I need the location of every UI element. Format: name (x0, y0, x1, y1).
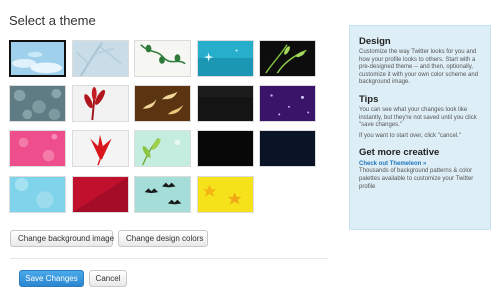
theme-tile-grey-floral-pattern[interactable] (9, 85, 66, 122)
theme-tile-green-vines[interactable] (134, 40, 191, 77)
themeleon-link[interactable]: Check out Themeleon » (359, 160, 481, 168)
creative-text: Thousands of background patterns & color… (359, 168, 474, 190)
theme-tile-green-grass-dark[interactable] (259, 40, 316, 77)
theme-grid (0, 0, 330, 220)
theme-tile-purple-stars[interactable] (259, 85, 316, 122)
theme-tile-light-blue-pattern[interactable] (9, 176, 66, 213)
tips-text: You can see what your changes look like … (359, 106, 477, 129)
theme-tile-black-texture[interactable] (197, 85, 254, 122)
tips-text-cancel: If you want to start over, click "cancel… (359, 132, 461, 139)
design-description: Customize the way Twitter looks for you … (359, 49, 479, 86)
save-changes-button[interactable]: Save Changes (19, 270, 84, 287)
theme-tile-brown-birds[interactable] (134, 85, 191, 122)
cancel-button[interactable]: Cancel (89, 270, 127, 287)
theme-tile-pink-flowers[interactable] (9, 130, 66, 167)
theme-tile-grey-branches[interactable] (72, 40, 129, 77)
change-background-image-button[interactable]: Change background image (10, 230, 114, 247)
theme-tile-birds-on-teal[interactable] (134, 176, 191, 213)
design-heading: Design (359, 36, 391, 47)
theme-tile-yellow-stars[interactable] (197, 176, 254, 213)
theme-tile-red-crimson[interactable] (72, 176, 129, 213)
tips-heading: Tips (359, 93, 379, 105)
creative-heading: Get more creative (359, 147, 440, 159)
theme-tile-red-plant[interactable] (72, 85, 129, 122)
theme-tile-navy-dark[interactable] (259, 130, 316, 167)
theme-tile-green-leaves-mint[interactable] (134, 130, 191, 167)
theme-tile-teal-sparkle[interactable] (197, 40, 254, 77)
divider (10, 258, 328, 259)
change-design-colors-button[interactable]: Change design colors (118, 230, 208, 247)
theme-tile-red-leaf[interactable] (72, 130, 129, 167)
help-sidebar: Design Customize the way Twitter looks f… (349, 25, 491, 230)
theme-tile-solid-black[interactable] (197, 130, 254, 167)
theme-tile-sky-clouds[interactable] (9, 40, 66, 77)
